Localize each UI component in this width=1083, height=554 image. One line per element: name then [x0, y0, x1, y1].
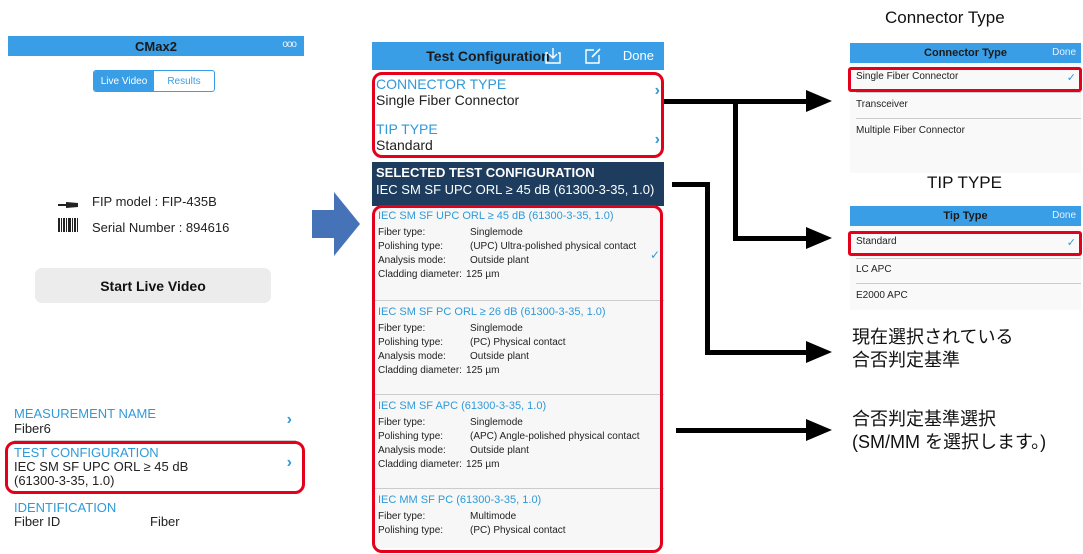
divider: [856, 283, 1081, 284]
fip-model-row: FIP model : FIP-435B: [58, 194, 217, 209]
option-lc-apc[interactable]: LC APC: [856, 264, 892, 275]
highlight-connector-option: [848, 67, 1082, 92]
measurement-name-value: Fiber6: [14, 421, 51, 436]
tip-type-caption: TIP TYPE: [927, 173, 1002, 192]
edit-icon[interactable]: [584, 47, 602, 70]
done-button[interactable]: Done: [1052, 47, 1076, 58]
fiber-id-value[interactable]: Fiber: [150, 514, 180, 529]
highlight-connector-tip: [372, 72, 664, 158]
annotation-current-line2: 合否判定基準: [852, 350, 960, 370]
more-icon[interactable]: ooo: [282, 39, 297, 50]
selected-config-header: SELECTED TEST CONFIGURATION: [376, 165, 595, 180]
selected-line-h2: [705, 350, 808, 355]
arrow-head-icon: [806, 341, 832, 363]
panel-connector-type: Connector Type Done Single Fiber Connect…: [850, 43, 1081, 173]
start-live-video-button[interactable]: Start Live Video: [35, 268, 271, 303]
list-line: [676, 428, 808, 433]
tab-results[interactable]: Results: [154, 71, 214, 91]
divider: [856, 258, 1081, 259]
option-e2000-apc[interactable]: E2000 APC: [856, 290, 908, 301]
selected-line-v: [705, 182, 710, 355]
tab-live-video[interactable]: Live Video: [94, 71, 154, 91]
connector-type-caption: Connector Type: [885, 8, 1005, 27]
divider: [856, 92, 1081, 93]
identification-label: IDENTIFICATION: [14, 500, 117, 515]
chevron-right-icon: ›: [286, 411, 292, 428]
fip-model-text: FIP model : FIP-435B: [92, 194, 217, 209]
highlight-test-configuration: [5, 441, 305, 494]
barcode-icon: [58, 218, 78, 237]
highlight-config-list: [372, 205, 663, 553]
probe-icon: [58, 197, 78, 208]
annotation-current-line1: 現在選択されている: [852, 327, 1014, 347]
arrow-head-icon: [806, 90, 832, 112]
download-icon[interactable]: [544, 47, 562, 70]
annotation-current: 現在選択されている 合否判定基準: [852, 326, 1013, 372]
serial-number-text: Serial Number : 894616: [92, 220, 230, 235]
measurement-name-label: MEASUREMENT NAME: [14, 406, 157, 421]
flow-arrow-icon: [312, 192, 360, 261]
measurement-name-row[interactable]: MEASUREMENT NAME Fiber6 ›: [14, 406, 296, 436]
arrow-head-icon: [806, 419, 832, 441]
highlight-tip-option: [848, 231, 1082, 256]
done-button[interactable]: Done: [623, 48, 654, 63]
annotation-select: 合否判定基準選択 (SM/MM を選択します。): [852, 408, 1046, 454]
serial-row: Serial Number : 894616: [58, 218, 229, 237]
connector-type-title: Connector Type: [924, 47, 1007, 59]
option-multiple-fiber-connector[interactable]: Multiple Fiber Connector: [856, 125, 965, 136]
tip-type-title: Tip Type: [943, 210, 988, 222]
test-config-header: Test Configuration Done: [372, 42, 664, 70]
arrow-head-icon: [806, 227, 832, 249]
annotation-select-line1: 合否判定基準選択: [852, 409, 996, 429]
divider: [856, 118, 1081, 119]
annotation-select-line2: (SM/MM を選択します。): [852, 432, 1047, 452]
header-title: Test Configuration: [426, 48, 550, 64]
cmax2-header: CMax2 ooo: [8, 36, 304, 56]
tip-line: [733, 236, 808, 241]
connector-type-header: Connector Type Done: [850, 43, 1081, 63]
selected-config-value: IEC SM SF UPC ORL ≥ 45 dB (61300-3-35, 1…: [376, 182, 655, 197]
panel-tip-type: Tip Type Done Standard ✓ LC APC E2000 AP…: [850, 206, 1081, 310]
view-toggle: Live Video Results: [93, 70, 215, 92]
option-transceiver[interactable]: Transceiver: [856, 99, 908, 110]
branch-line: [733, 99, 738, 240]
tip-type-header: Tip Type Done: [850, 206, 1081, 226]
app-title: CMax2: [135, 38, 177, 54]
fiber-id-label: Fiber ID: [14, 514, 61, 529]
done-button[interactable]: Done: [1052, 210, 1076, 221]
selected-configuration-band: SELECTED TEST CONFIGURATION IEC SM SF UP…: [372, 162, 664, 206]
